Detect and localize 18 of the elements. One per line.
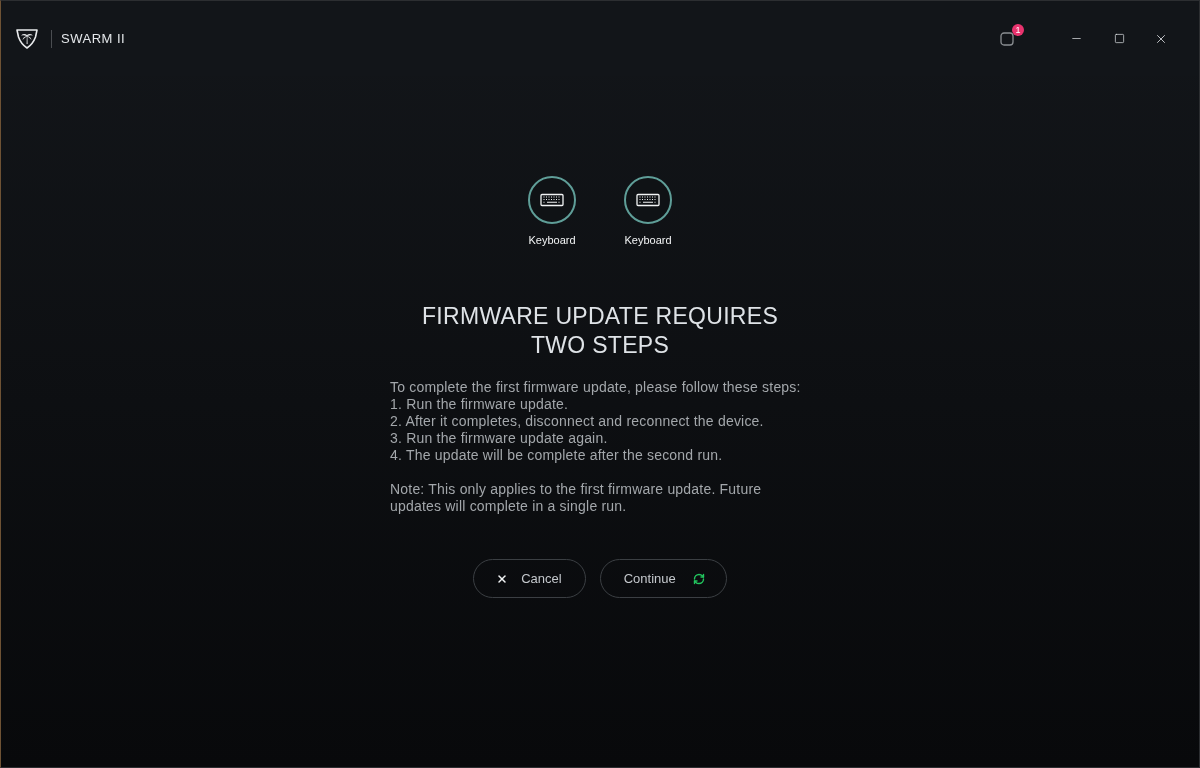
refresh-icon: [692, 572, 705, 585]
step-text: 2. After it completes, disconnect and reconnect the device.: [390, 413, 765, 430]
device-label: Keyboard: [528, 233, 576, 247]
keyboard-icon: [624, 176, 672, 224]
step-text: 1. Run the firmware update.: [390, 396, 570, 413]
step-text: 4. The update will be complete after the second run.: [390, 447, 724, 464]
palm-shield-logo: [16, 28, 38, 49]
intro-text: To complete the first firmware update, please follow these steps:: [390, 379, 802, 396]
notification-badge: 1: [1012, 23, 1024, 36]
x-icon: [496, 572, 509, 585]
step-text: 3. Run the firmware update again.: [390, 430, 609, 447]
maximize-icon: [1113, 33, 1125, 44]
dialog-title: FIRMWARE UPDATE REQUIRES TWO STEPS: [420, 302, 780, 360]
rounded-square-icon: [1000, 31, 1014, 46]
window-title: SWARM II: [61, 29, 126, 48]
keyboard-icon: [528, 176, 576, 224]
device-label: Keyboard: [624, 233, 672, 247]
note-text: Note: This only applies to the first firmware update. Future updates will complete in a single run.: [390, 481, 763, 515]
